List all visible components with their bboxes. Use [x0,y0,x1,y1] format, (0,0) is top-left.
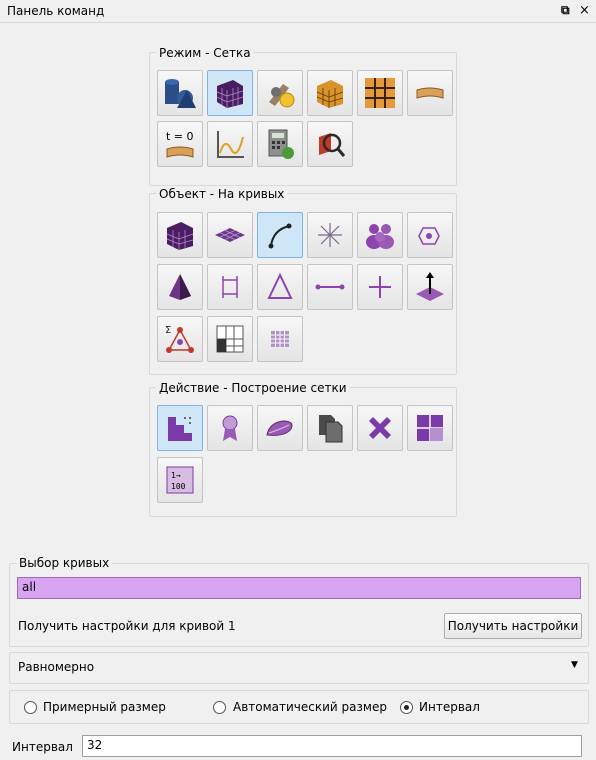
volume-mesh-button[interactable] [307,70,353,116]
normal-button[interactable] [407,264,453,310]
close-icon[interactable]: × [579,3,590,18]
point-button[interactable] [357,264,403,310]
mesh-build-icon [168,417,192,441]
edge-icon [315,284,345,290]
vertex-button[interactable] [307,212,353,258]
curve-select-title: Выбор кривых [16,556,113,570]
curve-select-input[interactable]: all [17,577,581,599]
radio-auto-size-label: Автоматический размер [233,700,387,714]
volume-icon [166,222,194,250]
geometry-button[interactable] [157,70,203,116]
svg-text:100: 100 [171,482,186,491]
chevron-down-icon[interactable]: ▼ [571,660,578,670]
matrix-button[interactable] [257,316,303,362]
properties-icon [269,84,295,108]
mesh-mode-button[interactable] [207,70,253,116]
sweep-icon [416,87,444,99]
quad-icon [222,276,238,298]
tri-icon [267,272,293,299]
copy-icon [319,415,343,443]
tet-button[interactable] [157,264,203,310]
interval-input[interactable]: 32 [82,735,582,757]
vertex-icon [318,223,342,247]
interval-label: Интервал [12,740,73,754]
action-group-title: Действие - Построение сетки [156,381,350,395]
tri-button[interactable] [257,264,303,310]
smooth-icon [266,420,293,436]
curve-icon [268,223,292,249]
curve-button[interactable] [257,212,303,258]
point-icon [369,276,391,298]
sum-button[interactable]: Σ [157,316,203,362]
svg-text:t = 0: t = 0 [166,130,194,143]
curve-settings-label: Получить настройки для кривой 1 [18,619,236,633]
renumber-icon: 1→ 100 [166,466,194,494]
delete-icon [369,417,391,439]
smooth-button[interactable] [257,405,303,451]
radio-interval[interactable] [400,701,413,714]
sweep-button[interactable] [407,70,453,116]
calculator-icon [268,129,294,159]
radio-approx-size[interactable] [24,701,37,714]
graph-icon [217,131,244,158]
mode-group-title: Режим - Сетка [156,46,254,60]
mesh-grid-button[interactable] [207,316,253,362]
svg-text:1→: 1→ [171,471,181,480]
graph-button[interactable] [207,121,253,167]
surface-icon [215,228,245,242]
time-zero-button[interactable]: t = 0 [157,121,203,167]
quad-button[interactable] [207,264,253,310]
delete-button[interactable] [357,405,403,451]
sum-icon: Σ [165,325,194,353]
properties-button[interactable] [257,70,303,116]
node-icon [418,227,440,245]
time-zero-icon: t = 0 [166,130,194,158]
renumber-button[interactable]: 1→ 100 [157,457,203,503]
refine-icon [222,415,238,441]
copy-button[interactable] [307,405,353,451]
grid-icon [216,325,244,353]
refine-button[interactable] [207,405,253,451]
dock-icon[interactable]: ⧉ [561,3,570,18]
inspect-icon [319,133,346,157]
object-group-title: Объект - На кривых [156,187,288,201]
node-button[interactable] [407,212,453,258]
mesh-icon [216,80,244,108]
scheme-group [9,652,589,684]
radio-approx-size-label: Примерный размер [43,700,166,714]
edge-button[interactable] [307,264,353,310]
inspect-button[interactable] [307,121,353,167]
radio-interval-label: Интервал [419,700,480,714]
panel-title: Панель команд [7,4,105,18]
group-icon [366,224,394,249]
volume-button[interactable] [157,212,203,258]
get-settings-button[interactable]: Получить настройки [444,613,582,639]
surface-button[interactable] [207,212,253,258]
curve-select-value: all [22,580,37,594]
scheme-select-value[interactable]: Равномерно [18,660,94,674]
group-button[interactable] [357,212,403,258]
tet-icon [169,274,191,300]
panel-titlebar: Панель команд ⧉ × [0,0,596,23]
split-icon [417,415,443,441]
matrix-icon [271,331,289,347]
calculator-button[interactable] [257,121,303,167]
mesh-build-button[interactable] [157,405,203,451]
radio-auto-size[interactable] [213,701,226,714]
geometry-icon [165,79,196,108]
normal-icon [416,272,444,301]
grid-button[interactable] [357,70,403,116]
interval-value: 32 [87,738,103,752]
volume-mesh-icon [316,80,344,108]
grid-icon [365,78,395,108]
split-button[interactable] [407,405,453,451]
svg-text:Σ: Σ [165,325,171,336]
